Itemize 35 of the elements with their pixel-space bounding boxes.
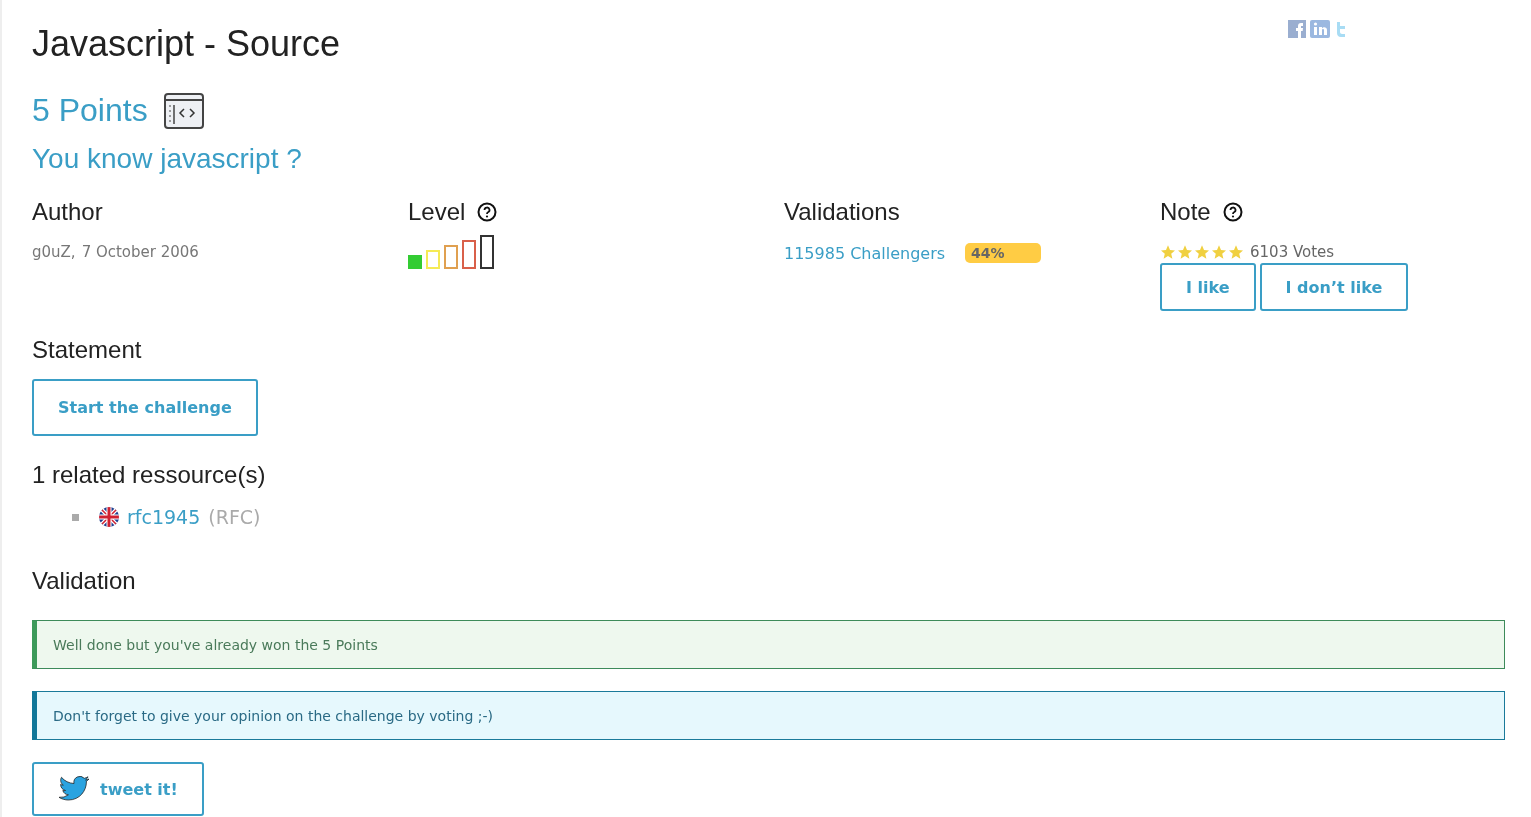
- section-heading: Author: [32, 198, 103, 226]
- resource-type: (RFC): [208, 506, 261, 528]
- share-icon[interactable]: [1310, 20, 1330, 38]
- star-icon: [1177, 244, 1193, 260]
- section-heading: Validations: [784, 198, 900, 226]
- help-icon[interactable]: [477, 202, 498, 222]
- page-title: Javascript - Source: [32, 22, 341, 66]
- points-label: 5 Points: [32, 92, 148, 129]
- vote-button[interactable]: I like: [1160, 263, 1256, 311]
- list-bullet: [72, 513, 79, 521]
- resource-link[interactable]: rfc1945: [127, 506, 201, 528]
- challenge-subtitle: You know javascript ?: [32, 143, 303, 175]
- help-icon[interactable]: [1222, 202, 1243, 222]
- author-name[interactable]: g0uZ,: [32, 243, 76, 261]
- tweet-button[interactable]: tweet it!: [32, 762, 204, 816]
- share-icon[interactable]: [1288, 20, 1306, 38]
- section-heading: Level: [408, 198, 466, 226]
- alert-message: Well done but you've already won the 5 Points: [32, 620, 1505, 669]
- section-heading: Statement: [32, 336, 142, 364]
- section-heading: 1 related ressource(s): [32, 461, 266, 489]
- flag-icon: [99, 507, 119, 527]
- section-heading: Validation: [32, 567, 136, 595]
- star-icon: [1211, 244, 1227, 260]
- votes-count: 6103 Votes: [1250, 243, 1335, 261]
- publish-date: 7 October 2006: [81, 243, 199, 261]
- section-heading: Note: [1160, 198, 1211, 226]
- star-icon: [1194, 244, 1210, 260]
- success-rate-badge: 44%: [965, 243, 1042, 263]
- start-challenge-button[interactable]: Start the challenge: [32, 379, 258, 436]
- challengers-link[interactable]: 115985 Challengers: [784, 243, 946, 263]
- star-icon: [1160, 244, 1176, 260]
- star-icon: [1228, 244, 1244, 260]
- code-window-icon: [163, 92, 204, 129]
- alert-message: Don't forget to give your opinion on the challenge by voting ;-): [32, 691, 1505, 740]
- vote-button[interactable]: I don’t like: [1259, 263, 1409, 311]
